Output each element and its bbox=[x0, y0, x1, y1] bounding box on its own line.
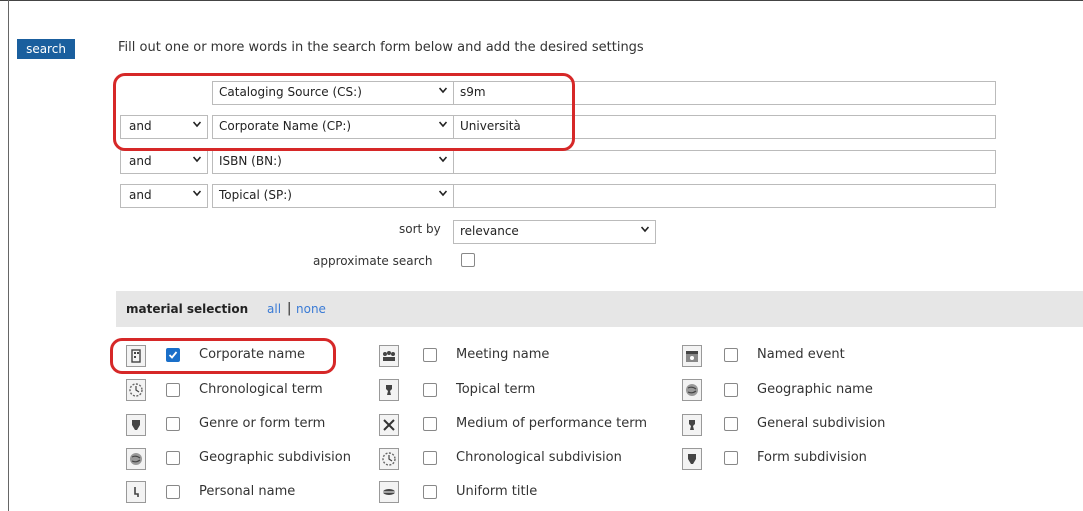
geographic-subdivision-icon bbox=[126, 448, 146, 470]
chronological-subdivision-checkbox[interactable] bbox=[423, 451, 437, 465]
field-select-value: Topical (SP:) bbox=[219, 188, 292, 202]
sort-select-value: relevance bbox=[460, 224, 519, 238]
geographic-name-label: Geographic name bbox=[757, 382, 873, 397]
medium-performance-label: Medium of performance term bbox=[456, 416, 648, 431]
named-event-label: Named event bbox=[757, 347, 845, 362]
field-select-value: ISBN (BN:) bbox=[219, 154, 282, 168]
meeting-name-icon bbox=[379, 345, 399, 367]
meeting-name-checkbox[interactable] bbox=[423, 348, 437, 362]
personal-name-icon bbox=[126, 481, 146, 503]
topical-term-icon bbox=[379, 379, 399, 401]
chronological-term-checkbox[interactable] bbox=[166, 383, 180, 397]
boolean-select[interactable]: and bbox=[120, 184, 208, 208]
chevron-down-icon bbox=[439, 189, 447, 197]
form-subdivision-icon bbox=[682, 448, 702, 470]
material-selection-bar: material selection all | none bbox=[116, 291, 1083, 327]
chronological-term-label: Chronological term bbox=[199, 382, 323, 397]
chevron-down-icon bbox=[641, 225, 649, 233]
term-input[interactable] bbox=[453, 150, 996, 174]
highlight-search-rows bbox=[113, 73, 575, 151]
select-all-link[interactable]: all bbox=[267, 302, 281, 316]
highlight-corporate-name bbox=[110, 338, 336, 374]
uniform-title-label: Uniform title bbox=[456, 484, 538, 499]
geographic-subdivision-checkbox[interactable] bbox=[166, 451, 180, 465]
meeting-name-label: Meeting name bbox=[456, 347, 550, 362]
medium-performance-checkbox[interactable] bbox=[423, 417, 437, 431]
geographic-subdivision-label: Geographic subdivision bbox=[199, 450, 351, 465]
general-subdivision-icon bbox=[682, 414, 702, 436]
boolean-select[interactable]: and bbox=[120, 150, 208, 174]
chronological-subdivision-label: Chronological subdivision bbox=[456, 450, 622, 465]
chevron-down-icon bbox=[439, 155, 447, 163]
form-subdivision-label: Form subdivision bbox=[757, 450, 867, 465]
general-subdivision-checkbox[interactable] bbox=[724, 417, 738, 431]
topical-term-label: Topical term bbox=[456, 382, 536, 397]
form-subdivision-checkbox[interactable] bbox=[724, 451, 738, 465]
search-tab[interactable]: search bbox=[17, 39, 75, 59]
geographic-name-checkbox[interactable] bbox=[724, 383, 738, 397]
link-separator: | bbox=[287, 301, 292, 316]
boolean-select-value: and bbox=[129, 154, 152, 168]
window-left-border bbox=[8, 0, 9, 511]
window-top-border bbox=[0, 0, 1083, 1]
topical-term-checkbox[interactable] bbox=[423, 383, 437, 397]
personal-name-label: Personal name bbox=[199, 484, 296, 499]
sort-select[interactable]: relevance bbox=[453, 220, 656, 244]
chevron-down-icon bbox=[193, 155, 201, 163]
field-select[interactable]: Topical (SP:) bbox=[212, 184, 454, 208]
sort-by-label: sort by bbox=[399, 222, 441, 236]
uniform-title-icon bbox=[379, 481, 399, 503]
genre-form-label: Genre or form term bbox=[199, 416, 326, 431]
boolean-select-value: and bbox=[129, 188, 152, 202]
uniform-title-checkbox[interactable] bbox=[423, 485, 437, 499]
named-event-icon bbox=[682, 345, 702, 367]
term-input[interactable] bbox=[453, 184, 996, 208]
named-event-checkbox[interactable] bbox=[724, 348, 738, 362]
general-subdivision-label: General subdivision bbox=[757, 416, 886, 431]
instructions-text: Fill out one or more words in the search… bbox=[118, 40, 644, 55]
geographic-name-icon bbox=[682, 379, 702, 401]
select-none-link[interactable]: none bbox=[296, 302, 326, 316]
chevron-down-icon bbox=[193, 189, 201, 197]
chronological-term-icon bbox=[126, 379, 146, 401]
approximate-search-label: approximate search bbox=[313, 254, 433, 268]
personal-name-checkbox[interactable] bbox=[166, 485, 180, 499]
genre-form-icon bbox=[126, 414, 146, 436]
material-selection-heading: material selection bbox=[126, 302, 249, 316]
genre-form-checkbox[interactable] bbox=[166, 417, 180, 431]
medium-performance-icon bbox=[379, 414, 399, 436]
chronological-subdivision-icon bbox=[379, 448, 399, 470]
approximate-search-checkbox[interactable] bbox=[461, 253, 475, 267]
field-select[interactable]: ISBN (BN:) bbox=[212, 150, 454, 174]
